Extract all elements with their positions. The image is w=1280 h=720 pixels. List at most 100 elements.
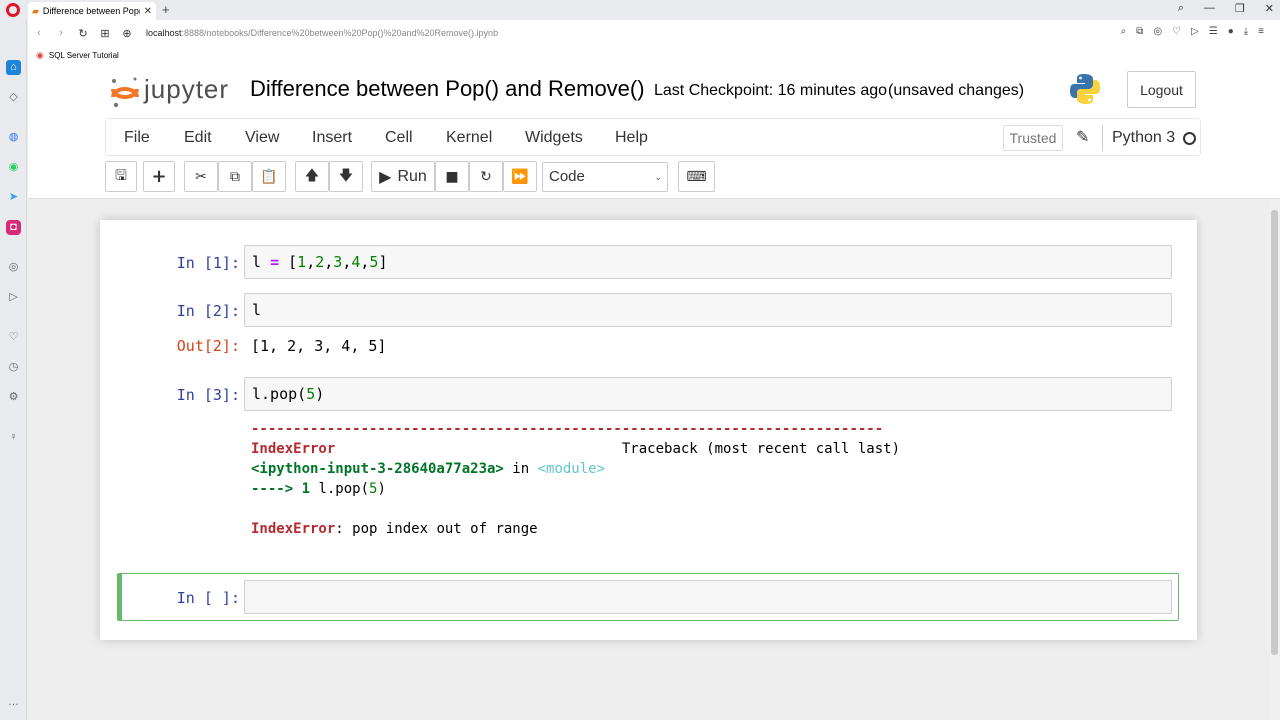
code-text: , [306,253,316,271]
fast-forward-icon: ⏩ [511,168,529,185]
trusted-indicator[interactable]: Trusted [1003,125,1063,151]
menu-icon[interactable]: ≡ [1258,26,1264,37]
cell-2-in-prompt: In [2]: [176,302,240,320]
close-window-icon[interactable]: ✕ [1265,2,1274,15]
player-icon[interactable]: ▷ [1191,26,1199,37]
discover-icon[interactable]: ◇ [6,90,21,105]
run-button[interactable]: ▶ Run [371,161,435,192]
url-field[interactable]: localhost:8888/notebooks/Difference%20be… [146,28,498,38]
settings-icon[interactable]: ⚙ [6,390,21,405]
cell-type-select[interactable]: Code ⌄ [542,162,668,192]
insert-cell-button[interactable]: + [143,161,175,192]
opera-logo-icon[interactable] [6,3,20,17]
notebook-title[interactable]: Difference between Pop() and Remove() [250,76,645,102]
back-icon[interactable]: ‹ [28,27,50,39]
cell-4-input[interactable] [244,580,1172,614]
search-tabs-icon[interactable]: ⌕ [1178,2,1184,15]
traceback-spacer [335,441,622,457]
play-icon: ▶ [379,168,392,186]
menu-file[interactable]: File [124,129,150,147]
code-operator: = [270,253,280,271]
send-icon[interactable]: ▷ [6,290,21,305]
bookmark-favicon-icon: ◉ [36,49,44,60]
kernel-separator [1102,125,1103,151]
traceback-in-word: in [503,461,538,477]
save-button[interactable]: 🖫 [105,161,137,192]
menu-bar: File Edit View Insert Cell Kernel Widget… [105,118,1201,156]
profile-icon[interactable]: ● [1228,26,1234,37]
bookmarks-sidebar-icon[interactable]: ♡ [6,330,21,345]
minimize-icon[interactable]: — [1204,2,1215,15]
maximize-icon[interactable]: ❐ [1235,2,1245,15]
scrollbar-thumb[interactable] [1271,210,1278,655]
code-number: 5 [306,385,316,403]
code-text: l.pop( [252,385,307,403]
interrupt-button[interactable]: ■ [435,161,469,192]
page-scrollbar[interactable] [1269,200,1280,720]
menu-widgets[interactable]: Widgets [525,129,583,147]
cell-1-input[interactable]: l = [1,2,3,4,5] [244,245,1172,279]
traceback-label: Traceback (most recent call last) [621,441,901,457]
pencil-icon[interactable]: ✎ [1076,127,1089,147]
bookmark-sql-server-tutorial[interactable]: SQL Server Tutorial [49,51,119,60]
messenger-icon[interactable]: ◍ [6,130,21,145]
window-controls: ⌕ — ❐ ✕ [1178,2,1274,15]
kernel-idle-indicator-icon [1183,132,1196,145]
player-sidebar-icon[interactable]: ◎ [6,260,21,275]
speed-dial-icon[interactable]: ⊞ [94,27,116,40]
menu-cell[interactable]: Cell [385,129,413,147]
forward-icon[interactable]: › [50,27,72,39]
logout-button[interactable]: Logout [1127,71,1196,108]
menu-view[interactable]: View [245,129,279,147]
cut-button[interactable]: ✂ [184,161,218,192]
code-number: 2 [315,253,325,271]
url-path: :8888/notebooks/Difference%20between%20P… [181,28,499,38]
browser-tab-strip: ▰ Difference between Pop() a ✕ + ⌕ — ❐ ✕ [0,0,1280,20]
whatsapp-icon[interactable]: ◉ [6,160,21,175]
tab-title: Difference between Pop() a [42,6,140,16]
menu-edit[interactable]: Edit [184,129,212,147]
jupyter-logo-icon[interactable] [110,75,140,109]
menu-help[interactable]: Help [615,129,648,147]
reload-icon[interactable]: ↻ [72,27,94,40]
jupyter-favicon-icon: ▰ [32,5,39,16]
code-text: l [252,301,262,319]
cell-3-input[interactable]: l.pop(5) [244,377,1172,411]
snapshot-icon[interactable]: ◎ [1153,26,1162,37]
active-cell[interactable]: In [ ]: [117,573,1179,621]
menu-kernel[interactable]: Kernel [446,129,492,147]
cell-4-in-prompt: In [ ]: [176,589,240,607]
traceback-location: <ipython-input-3-28640a77a23a> in <modul… [251,461,605,477]
copy-button[interactable]: ⧉ [218,161,252,192]
paste-button[interactable]: 📋 [252,161,286,192]
autosave-status: (unsaved changes) [888,82,1025,99]
arrow-down-icon: 🡇 [338,167,354,184]
history-icon[interactable]: ◷ [6,360,21,375]
tips-icon[interactable]: ♀ [6,430,21,445]
site-info-icon[interactable]: ⊕ [116,27,138,40]
zoom-icon[interactable]: ⌕ [1121,26,1127,37]
command-palette-button[interactable]: ⌨ [678,161,715,192]
move-down-button[interactable]: 🡇 [329,161,363,192]
download-icon[interactable]: ⤓ [1244,26,1248,37]
restart-button[interactable]: ↻ [469,161,503,192]
restart-run-all-button[interactable]: ⏩ [503,161,537,192]
error-name: IndexError [251,441,336,457]
more-icon[interactable]: … [6,695,21,710]
menu-insert[interactable]: Insert [312,129,352,147]
move-up-button[interactable]: 🡅 [295,161,329,192]
run-label: Run [397,167,427,185]
close-tab-icon[interactable]: ✕ [144,6,156,17]
new-tab-button[interactable]: + [162,2,170,17]
home-icon[interactable]: ⌂ [6,60,21,75]
browser-tab[interactable]: ▰ Difference between Pop() a ✕ [28,2,156,20]
extensions-icon[interactable]: ⧉ [1136,26,1143,37]
bookmarks-bar: ◉ SQL Server Tutorial [28,46,1280,64]
bookmark-icon[interactable]: ♡ [1172,26,1181,37]
telegram-icon[interactable]: ➤ [6,190,21,205]
cell-2-input[interactable]: l [244,293,1172,327]
kernel-name[interactable]: Python 3 [1112,129,1175,147]
instagram-icon[interactable]: ◘ [6,220,21,235]
code-text: ] [378,253,388,271]
easy-setup-icon[interactable]: ☰ [1209,26,1218,37]
